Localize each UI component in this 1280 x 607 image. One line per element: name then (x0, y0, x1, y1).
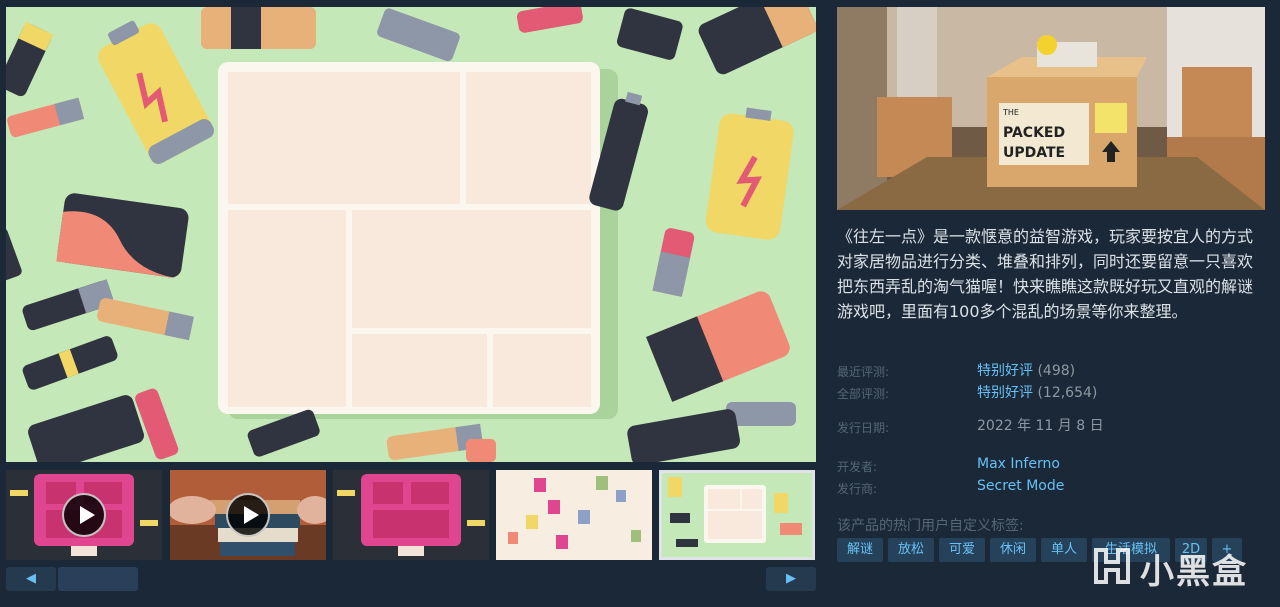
scrollbar-thumb[interactable] (58, 567, 138, 591)
developer-label: 开发者: (837, 460, 878, 474)
main-screenshot[interactable] (6, 7, 816, 462)
scroll-right-button[interactable]: ▶ (766, 567, 816, 591)
all-reviews-summary[interactable]: 特别好评 (12,654) (977, 382, 1097, 402)
all-reviews-label: 全部评测: (837, 387, 890, 401)
tag-cute[interactable]: 可爱 (939, 538, 985, 562)
watermark-text: 小黑盒 (1140, 552, 1248, 592)
watermark: 小黑盒 (1088, 542, 1248, 592)
tag-casual[interactable]: 休闲 (990, 538, 1036, 562)
developer-link[interactable]: Max Inferno (977, 456, 1060, 472)
play-icon[interactable] (62, 493, 106, 537)
tag-singleplayer[interactable]: 单人 (1041, 538, 1087, 562)
recent-reviews-summary[interactable]: 特别好评 (498) (977, 360, 1075, 380)
release-date-label: 发行日期: (837, 421, 890, 435)
all-reviews-count: (12,654) (1037, 385, 1098, 401)
tag-puzzle[interactable]: 解谜 (837, 538, 883, 562)
thumbnail-scrollbar[interactable]: ◀ ▶ (6, 567, 816, 591)
thumbnail-strip (6, 470, 816, 564)
tag-relaxing[interactable]: 放松 (888, 538, 934, 562)
box-label-the: THE (1002, 108, 1019, 117)
game-header-image: THE PACKED UPDATE (837, 7, 1265, 210)
recent-reviews-value[interactable]: 特别好评 (977, 363, 1033, 379)
media-viewer: ◀ ▶ (6, 7, 816, 592)
thumbnail-image-3[interactable] (333, 470, 489, 560)
thumbnail-image-4[interactable] (496, 470, 652, 560)
all-reviews-value[interactable]: 特别好评 (977, 385, 1033, 401)
thumbnail-image-5-selected[interactable] (659, 470, 815, 560)
svg-text:UPDATE: UPDATE (1003, 145, 1065, 161)
thumbnail-video-1[interactable] (6, 470, 162, 560)
popular-tags-title: 该产品的热门用户自定义标签: (837, 518, 1024, 534)
recent-reviews-count: (498) (1037, 363, 1076, 379)
svg-text:PACKED: PACKED (1003, 125, 1065, 141)
game-description: 《往左一点》是一款惬意的益智游戏，玩家要按宜人的方式对家居物品进行分类、堆叠和排… (837, 227, 1254, 321)
release-date-value: 2022 年 11 月 8 日 (977, 418, 1104, 434)
scroll-left-button[interactable]: ◀ (6, 567, 56, 591)
publisher-link[interactable]: Secret Mode (977, 478, 1064, 494)
play-icon[interactable] (226, 493, 270, 537)
publisher-label: 发行商: (837, 482, 878, 496)
heybox-logo-icon (1094, 548, 1130, 584)
thumbnail-video-2[interactable] (170, 470, 326, 560)
game-info-panel: THE PACKED UPDATE 《往左一点》是一款惬意的益智游戏，玩家要按宜… (837, 7, 1267, 597)
recent-reviews-label: 最近评测: (837, 365, 890, 379)
